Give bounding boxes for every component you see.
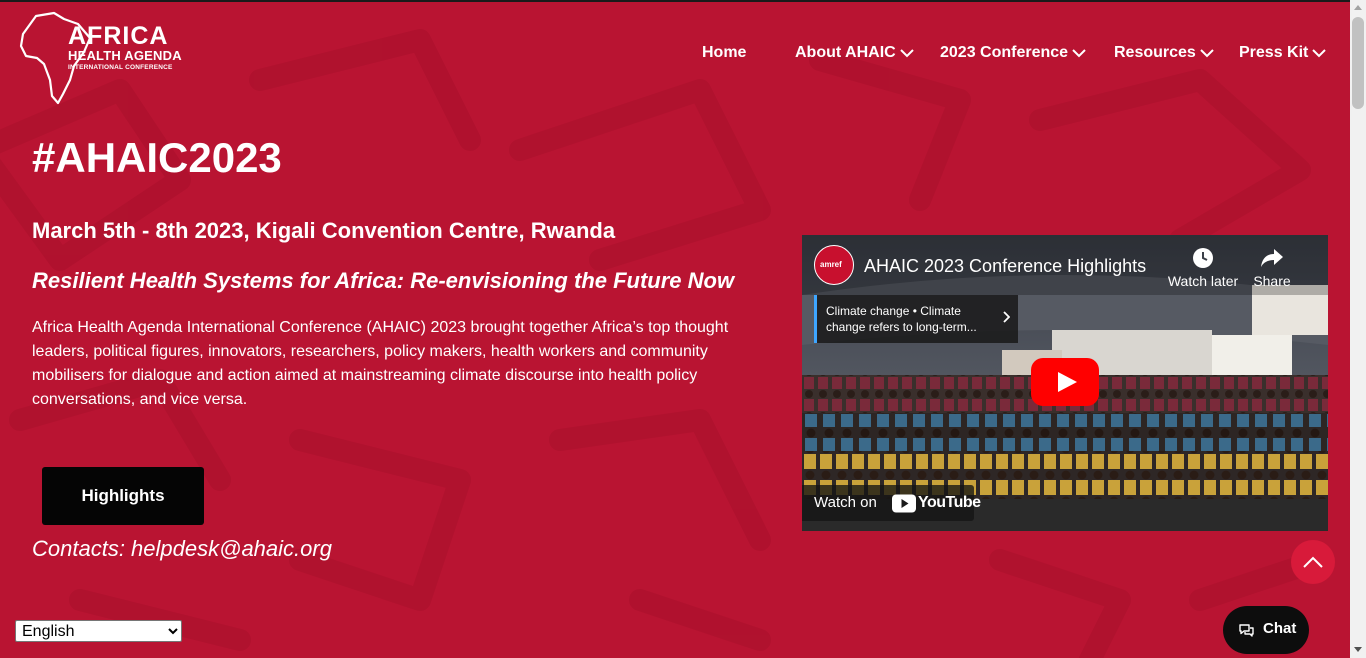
channel-avatar[interactable]: amref	[814, 245, 854, 285]
top-border	[0, 0, 1350, 2]
share-label: Share	[1253, 273, 1291, 289]
page-scrollbar[interactable]	[1350, 0, 1366, 658]
nav-resources[interactable]: Resources	[1114, 44, 1214, 62]
scroll-to-top-button[interactable]	[1291, 540, 1335, 584]
scroll-thumb[interactable]	[1352, 17, 1364, 109]
watch-later-button[interactable]: Watch later	[1166, 247, 1240, 289]
chevron-down-icon	[1312, 48, 1327, 57]
scroll-up-arrow-icon[interactable]	[1354, 5, 1362, 10]
info-card[interactable]: Climate change • Climate change refers t…	[814, 295, 1018, 343]
chevron-up-icon	[1303, 556, 1323, 568]
channel-avatar-label: amref	[820, 260, 842, 269]
nav-press-kit[interactable]: Press Kit	[1239, 44, 1327, 62]
nav-home[interactable]: Home	[702, 44, 746, 62]
chat-button[interactable]: Chat	[1223, 606, 1309, 654]
nav-press-kit-label: Press Kit	[1239, 44, 1309, 61]
nav-resources-label: Resources	[1114, 44, 1196, 61]
share-arrow-icon	[1261, 249, 1283, 267]
clock-icon	[1193, 248, 1213, 268]
watch-on-label: Watch on	[814, 494, 877, 511]
chat-bubbles-icon	[1239, 624, 1254, 637]
chevron-down-icon	[1072, 48, 1086, 57]
watch-later-label: Watch later	[1167, 273, 1239, 289]
nav-about[interactable]: About AHAIC	[795, 44, 914, 62]
watch-on-youtube-button[interactable]: Watch on YouTube	[802, 485, 981, 521]
contacts-text[interactable]: Contacts: helpdesk@ahaic.org	[32, 536, 332, 562]
page-title: #AHAIC2023	[32, 134, 282, 181]
nav-home-label: Home	[702, 44, 747, 61]
main-navigation: Home About AHAIC 2023 Conference Resourc…	[0, 44, 1350, 70]
youtube-logo-icon	[892, 494, 916, 513]
nav-2023-conference[interactable]: 2023 Conference	[940, 44, 1086, 62]
chat-label: Chat	[1263, 620, 1297, 637]
video-embed[interactable]: amref AHAIC 2023 Conference Highlights W…	[802, 235, 1328, 531]
scroll-down-arrow-icon[interactable]	[1354, 647, 1362, 652]
event-dates: March 5th - 8th 2023, Kigali Convention …	[32, 218, 616, 243]
nav-about-label: About AHAIC	[795, 44, 896, 61]
video-title[interactable]: AHAIC 2023 Conference Highlights	[864, 256, 1146, 277]
chevron-down-icon	[900, 48, 914, 57]
chevron-down-icon	[1200, 48, 1214, 57]
event-theme: Resilient Health Systems for Africa: Re-…	[32, 268, 735, 293]
info-card-text: Climate change • Climate change refers t…	[826, 304, 977, 334]
chevron-right-icon	[1003, 311, 1010, 323]
share-button[interactable]: Share	[1246, 247, 1298, 289]
play-icon[interactable]	[1031, 358, 1099, 406]
highlights-button[interactable]: Highlights	[42, 467, 204, 525]
event-description: Africa Health Agenda International Confe…	[32, 319, 729, 408]
nav-conference-label: 2023 Conference	[940, 44, 1069, 61]
language-select[interactable]: English	[15, 620, 182, 642]
youtube-wordmark: YouTube	[918, 494, 981, 511]
